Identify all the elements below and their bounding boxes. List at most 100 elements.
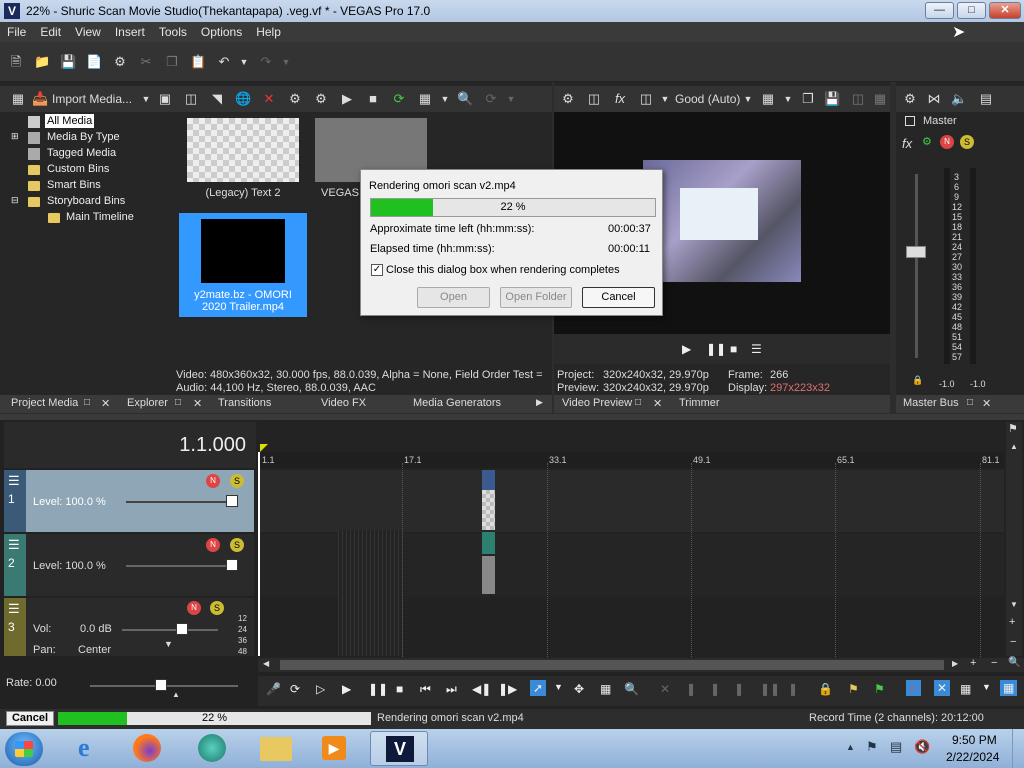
refresh-dropdown-icon[interactable]: ▼ xyxy=(503,91,519,107)
track-2-level-slider[interactable] xyxy=(126,565,236,567)
go-to-end-icon[interactable]: ⏭ xyxy=(446,682,457,697)
tab-master-bus[interactable]: Master Bus xyxy=(903,397,959,409)
sync-cursor-icon[interactable]: ◫ xyxy=(850,91,866,107)
undo-dropdown-icon[interactable]: ▼ xyxy=(236,54,252,70)
menu-view[interactable]: View xyxy=(68,22,108,42)
preview-device-icon[interactable]: ◫ xyxy=(586,91,602,107)
pause-icon[interactable]: ❚❚ xyxy=(368,682,388,696)
track-1-event-header[interactable] xyxy=(482,470,495,490)
downmix-icon[interactable]: ⋈ xyxy=(926,91,942,107)
tree-custom-bins[interactable]: Custom Bins xyxy=(47,163,109,175)
timeline-vertical-scrollbar[interactable]: ⚑ ▲ ▼ + − xyxy=(1006,422,1022,656)
rate-slider-handle[interactable] xyxy=(155,679,167,691)
timeline-ruler[interactable] xyxy=(258,452,1004,468)
menu-file[interactable]: File xyxy=(0,22,33,42)
tab-transitions[interactable]: Transitions xyxy=(218,397,271,409)
tab-video-preview-close-icon[interactable]: ✕ xyxy=(653,397,662,410)
web-media-icon[interactable]: 🌐 xyxy=(235,91,251,107)
track-3-solo-icon[interactable]: S xyxy=(210,601,224,615)
action-center-flag-icon[interactable]: ⚑ xyxy=(866,739,878,755)
selection-tool-icon[interactable]: ▦ xyxy=(600,682,611,696)
replace-icon[interactable]: ◥ xyxy=(209,91,225,107)
volume-muted-icon[interactable]: 🔇 xyxy=(914,739,930,755)
master-lock-icon[interactable]: 🔒 xyxy=(912,375,923,386)
new-project-icon[interactable]: 🗎 xyxy=(8,54,24,70)
network-icon[interactable]: ▤ xyxy=(890,739,902,755)
close-window-button[interactable]: ✕ xyxy=(989,2,1021,19)
tab-trimmer[interactable]: Trimmer xyxy=(679,397,720,409)
track-1-level-handle[interactable] xyxy=(226,495,238,507)
preview-quality-select[interactable]: Good (Auto) xyxy=(675,92,740,106)
taskbar-firefox[interactable] xyxy=(121,731,173,766)
tab-explorer-close-icon[interactable]: ✕ xyxy=(193,397,202,410)
video-fx-icon[interactable]: fx xyxy=(612,91,628,107)
taskbar-internet-explorer[interactable]: e xyxy=(66,731,118,766)
show-desktop-button[interactable] xyxy=(1012,729,1024,768)
redo-icon[interactable]: ↷ xyxy=(258,54,274,70)
normal-edit-tool-icon[interactable]: ➚ xyxy=(530,680,547,696)
tab-video-preview-float-icon[interactable]: □ xyxy=(635,397,641,408)
delete-icon[interactable]: ✕ xyxy=(660,682,670,696)
tab-project-media[interactable]: Project Media xyxy=(11,397,78,409)
menu-options[interactable]: Options xyxy=(194,22,249,42)
track-1-solo-icon[interactable]: S xyxy=(230,474,244,488)
cancel-render-button[interactable]: Cancel xyxy=(582,287,655,308)
media-views-icon[interactable]: ▦ xyxy=(10,91,26,107)
stop-icon[interactable]: ■ xyxy=(396,682,403,696)
import-dropdown-icon[interactable]: ▼ xyxy=(138,91,154,107)
play-icon[interactable]: ▶ xyxy=(342,682,351,696)
track-3-header[interactable]: ☰ 3 N S Vol: 0.0 dB Pan: Center ▼ 12 24 … xyxy=(4,598,254,656)
audio-waveform-region[interactable] xyxy=(338,530,404,656)
tab-master-close-icon[interactable]: ✕ xyxy=(982,397,991,410)
track-1-mute-icon[interactable]: N xyxy=(206,474,220,488)
quality-dropdown-icon[interactable]: ▼ xyxy=(740,91,756,107)
master-fx-icon[interactable]: fx xyxy=(902,136,912,151)
scroll-left-icon[interactable]: ◀ xyxy=(263,659,269,668)
record-icon[interactable]: 🎤 xyxy=(266,682,281,696)
preview-pause-icon[interactable]: ❚❚ xyxy=(706,342,726,356)
mixer-icon[interactable]: ▤ xyxy=(978,91,994,107)
tree-tagged-media[interactable]: Tagged Media xyxy=(47,147,116,159)
menu-insert[interactable]: Insert xyxy=(108,22,152,42)
close-on-complete-checkbox[interactable]: ✓ xyxy=(371,264,383,276)
track-3-mute-icon[interactable]: N xyxy=(187,601,201,615)
scroll-right-icon[interactable]: ▶ xyxy=(952,659,958,668)
zoom-out-vertical-icon[interactable]: − xyxy=(1010,636,1016,648)
open-project-icon[interactable]: 📁 xyxy=(34,54,50,70)
tab-project-media-float-icon[interactable]: □ xyxy=(84,397,90,408)
open-folder-button[interactable]: Open Folder xyxy=(500,287,572,308)
copy-snapshot-icon[interactable]: ❐ xyxy=(800,91,816,107)
refresh-icon[interactable]: ⟳ xyxy=(483,91,499,107)
preview-more-icon[interactable]: ▦ xyxy=(872,91,888,107)
ripple-icon[interactable]: ❚ xyxy=(788,682,798,696)
auto-ripple-dropdown-icon[interactable]: ▼ xyxy=(982,682,991,692)
status-cancel-button[interactable]: Cancel xyxy=(6,711,54,726)
get-media-icon[interactable]: ◫ xyxy=(183,91,199,107)
tree-media-by-type[interactable]: Media By Type xyxy=(47,131,120,143)
track-2-header[interactable]: ☰ 2 N S Level: 100.0 % xyxy=(4,534,254,596)
track-1-menu-icon[interactable]: ☰ xyxy=(8,473,20,489)
scroll-up-icon[interactable]: ▲ xyxy=(1010,442,1018,451)
show-hidden-icons[interactable]: ▲ xyxy=(846,742,855,752)
loop-marker-icon[interactable] xyxy=(260,444,268,452)
snapping-icon[interactable]: ∩ xyxy=(906,680,921,696)
save-icon[interactable]: 💾 xyxy=(60,54,76,70)
insert-marker-icon[interactable]: ⚑ xyxy=(848,682,859,696)
playhead-cursor[interactable] xyxy=(258,452,260,656)
tab-master-float-icon[interactable]: □ xyxy=(967,397,973,408)
zoom-in-vertical-icon[interactable]: + xyxy=(1009,616,1015,628)
timeline-tracks[interactable] xyxy=(258,422,1004,656)
horizontal-scroll-thumb[interactable] xyxy=(280,660,944,670)
preview-properties-icon[interactable]: ⚙ xyxy=(560,91,576,107)
clock-time[interactable]: 9:50 PM xyxy=(952,733,997,747)
open-button[interactable]: Open xyxy=(417,287,490,308)
redo-dropdown-icon[interactable]: ▼ xyxy=(278,54,294,70)
stop-media-icon[interactable]: ■ xyxy=(365,91,381,107)
auto-crossfade-icon[interactable]: ✕ xyxy=(934,680,951,696)
taskbar-app-generic[interactable] xyxy=(186,731,238,766)
master-properties-icon[interactable]: ⚙ xyxy=(902,91,918,107)
properties-gear-icon[interactable]: ⚙ xyxy=(112,54,128,70)
track-3-vol-handle[interactable] xyxy=(176,623,188,635)
track-1-lane[interactable] xyxy=(258,470,1004,532)
taskbar-vegas-pro[interactable]: V xyxy=(370,731,428,766)
